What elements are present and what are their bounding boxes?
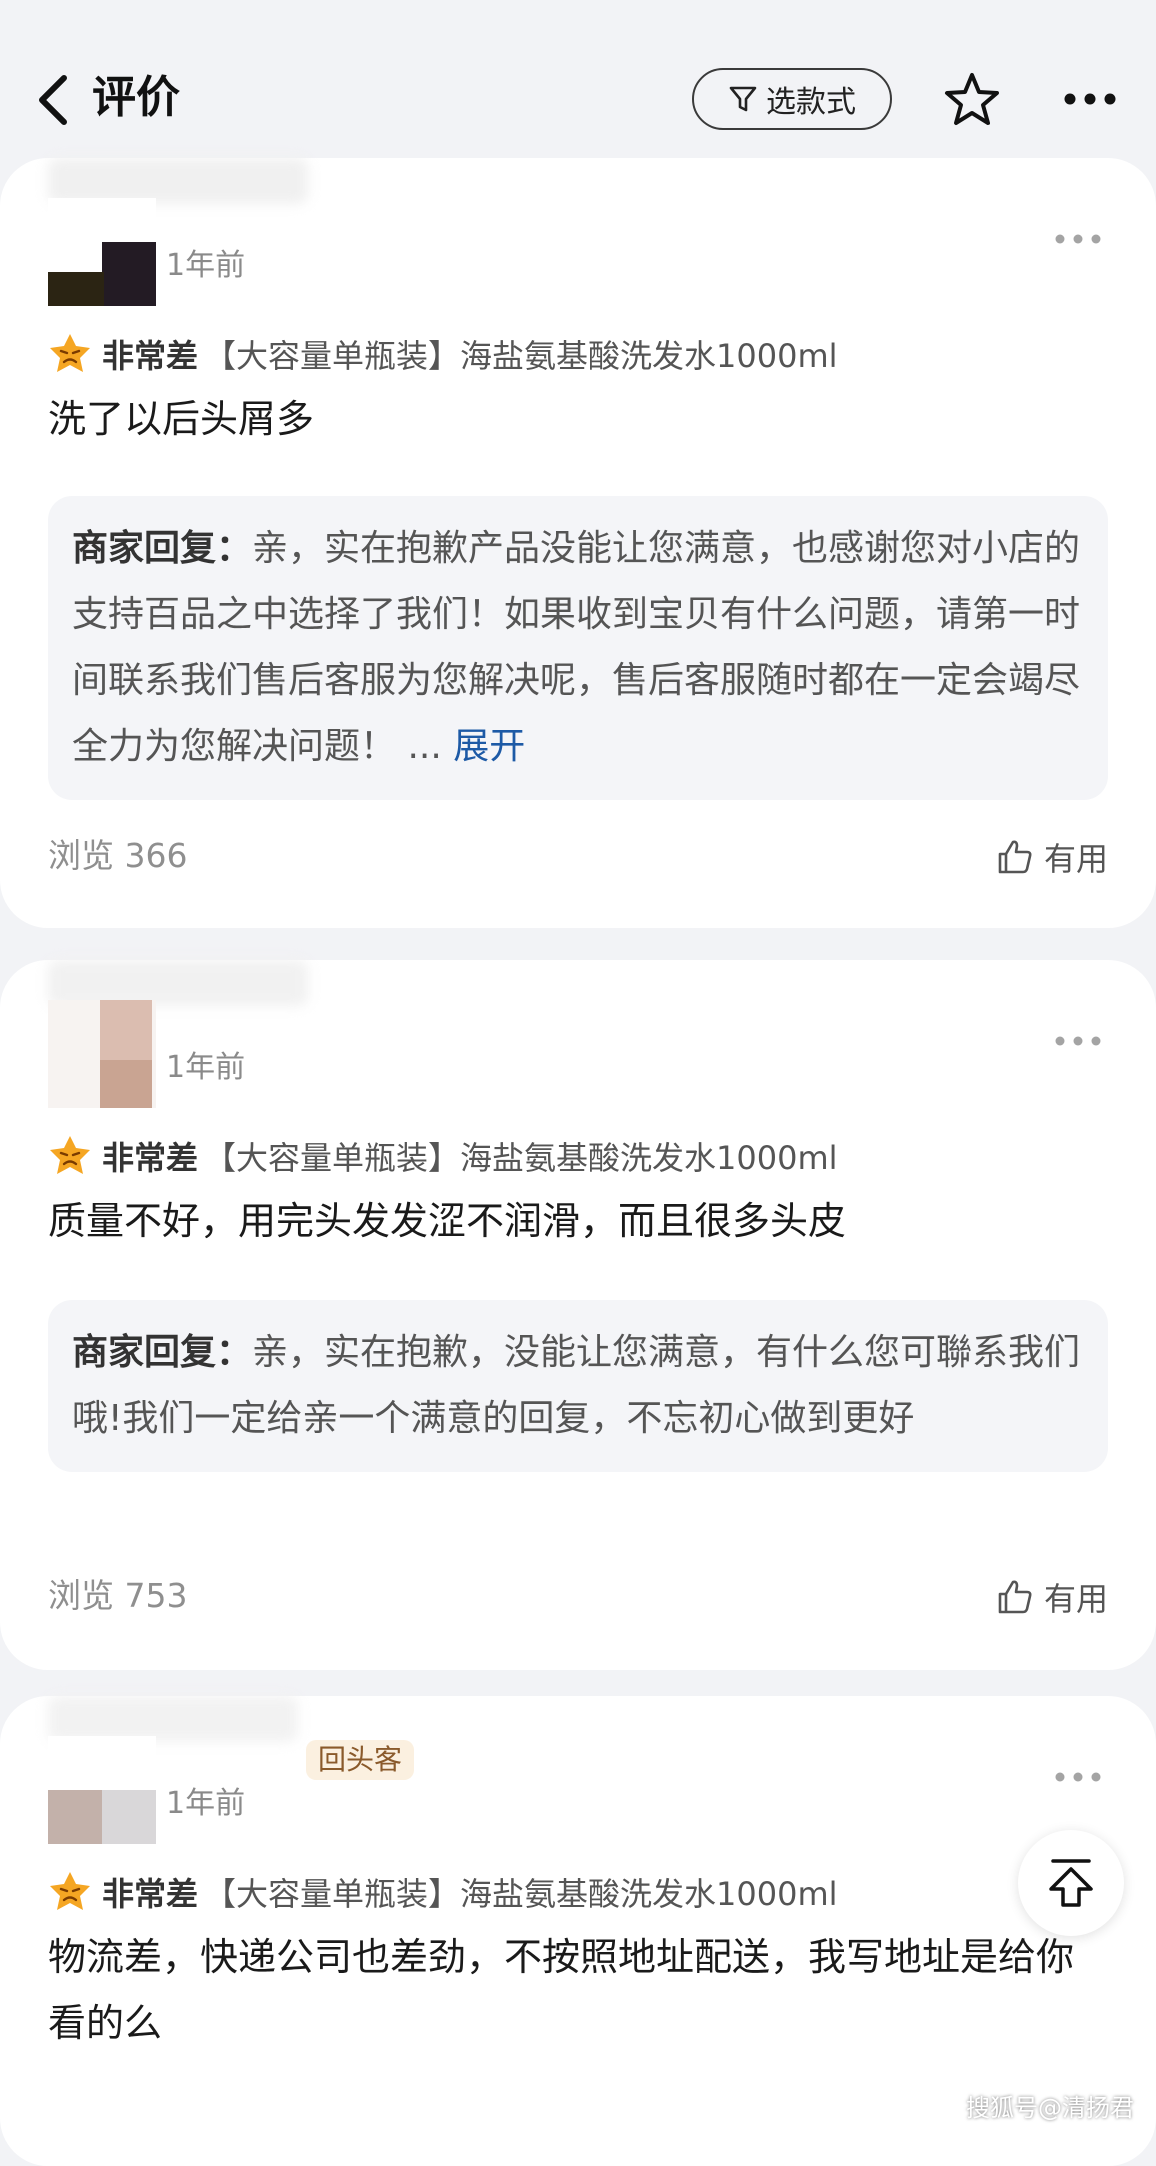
rating-row: 非常差 【大容量单瓶装】海盐氨基酸洗发水1000ml bbox=[48, 1132, 838, 1180]
rating-row: 非常差 【大容量单瓶装】海盐氨基酸洗发水1000ml bbox=[48, 1868, 838, 1916]
more-icon[interactable] bbox=[1062, 90, 1118, 108]
view-count: 浏览 753 bbox=[48, 1576, 188, 1615]
angry-face-icon bbox=[50, 334, 90, 372]
more-icon[interactable] bbox=[1054, 1770, 1102, 1784]
rating-label: 非常差 bbox=[102, 1139, 199, 1177]
thumbs-up-icon bbox=[998, 840, 1032, 874]
sku-variant: 【大容量单瓶装】海盐氨基酸洗发水1000ml bbox=[204, 337, 838, 375]
filter-style-label: 选款式 bbox=[766, 85, 856, 120]
review-text: 质量不好，用完头发发涩不润滑，而且很多头皮 bbox=[48, 1199, 847, 1243]
review-time: 1年前 bbox=[166, 1786, 246, 1821]
reply-ellipsis: ... bbox=[407, 726, 442, 767]
useful-button[interactable]: 有用 bbox=[996, 834, 1108, 880]
review-text: 洗了以后头屑多 bbox=[48, 397, 315, 441]
view-count: 浏览 366 bbox=[48, 836, 188, 875]
back-to-top-button[interactable] bbox=[1018, 1830, 1124, 1936]
back-arrow-icon[interactable] bbox=[34, 72, 74, 128]
watermark: 搜狐号@清扬君 bbox=[966, 2094, 1134, 2122]
rating-row: 非常差 【大容量单瓶装】海盐氨基酸洗发水1000ml bbox=[48, 330, 838, 378]
rating-label: 非常差 bbox=[102, 337, 199, 375]
avatar[interactable] bbox=[48, 198, 156, 306]
avatar[interactable] bbox=[48, 1736, 156, 1844]
star-icon[interactable] bbox=[942, 70, 1002, 130]
top-nav-bar: 评价 选款式 bbox=[0, 0, 1156, 160]
more-icon[interactable] bbox=[1054, 1034, 1102, 1048]
back-to-top-icon bbox=[1049, 1859, 1093, 1907]
merchant-reply: 商家回复：亲，实在抱歉，没能让您满意，有什么您可聯系我们哦!我们一定给亲一个满意… bbox=[48, 1300, 1108, 1472]
review-text: 物流差，快递公司也差劲，不按照地址配送，我写地址是给你看的么 bbox=[48, 1935, 1075, 2045]
useful-label: 有用 bbox=[1043, 1580, 1108, 1618]
review-card: 1年前 非常差 【大容量单瓶装】海盐氨基酸洗发水1000ml 质量不好，用完头发… bbox=[0, 960, 1156, 1670]
more-icon[interactable] bbox=[1054, 232, 1102, 246]
sku-variant: 【大容量单瓶装】海盐氨基酸洗发水1000ml bbox=[204, 1139, 838, 1177]
merchant-reply: 商家回复：亲，实在抱歉产品没能让您满意，也感谢您对小店的支持百品之中选择了我们！… bbox=[48, 496, 1108, 800]
useful-button[interactable]: 有用 bbox=[996, 1574, 1108, 1620]
angry-face-icon bbox=[50, 1872, 90, 1910]
review-time: 1年前 bbox=[166, 248, 246, 283]
sku-variant: 【大容量单瓶装】海盐氨基酸洗发水1000ml bbox=[204, 1875, 838, 1913]
reply-label: 商家回复： bbox=[72, 528, 253, 569]
thumbs-up-icon bbox=[998, 1580, 1032, 1614]
avatar[interactable] bbox=[48, 1000, 156, 1108]
repeat-customer-badge: 回头客 bbox=[306, 1740, 415, 1780]
page-title: 评价 bbox=[92, 72, 180, 123]
angry-face-icon bbox=[50, 1136, 90, 1174]
review-time: 1年前 bbox=[166, 1050, 246, 1085]
reply-label: 商家回复： bbox=[72, 1332, 253, 1373]
filter-style-button[interactable]: 选款式 bbox=[692, 68, 892, 130]
rating-label: 非常差 bbox=[102, 1875, 199, 1913]
useful-label: 有用 bbox=[1043, 840, 1108, 878]
review-card: 1年前 非常差 【大容量单瓶装】海盐氨基酸洗发水1000ml 洗了以后头屑多 商… bbox=[0, 158, 1156, 928]
expand-link[interactable]: 展开 bbox=[453, 726, 525, 767]
filter-icon bbox=[729, 86, 757, 112]
